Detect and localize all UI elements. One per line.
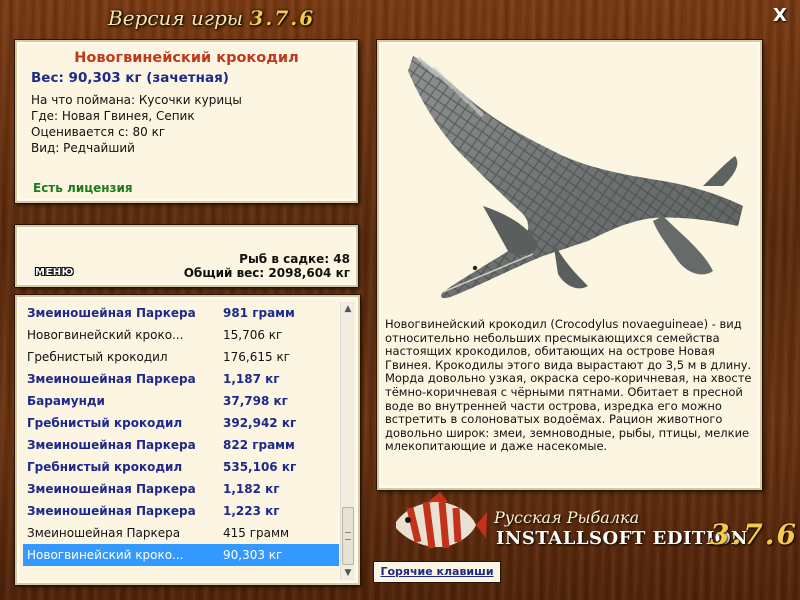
catch-fish-name: Новогвинейский кроко...: [27, 328, 184, 342]
catch-fish-weight: 981 грамм: [223, 306, 295, 320]
catch-list-row[interactable]: Змеиношейная Паркера 1,187 кг: [23, 368, 339, 390]
fish-weight: Вес: 90,303 кг (зачетная): [31, 70, 229, 86]
catch-list-row[interactable]: Барамунди 37,798 кг: [23, 390, 339, 412]
game-logo: Русская Рыбалка INSTALLSOFT EDITION 3.7.…: [388, 490, 798, 560]
close-button[interactable]: X: [770, 6, 790, 26]
catch-fish-name: Змеиношейная Паркера: [27, 504, 196, 518]
catch-fish-name: Змеиношейная Паркера: [27, 482, 196, 496]
valued-from-info: Оценивается с: 80 кг: [31, 125, 166, 139]
title-bar: Версия игры 3.7.6 X: [0, 0, 800, 36]
scroll-thumb[interactable]: [342, 507, 354, 565]
window-title: Версия игры 3.7.6: [108, 6, 315, 30]
bait-info: На что поймана: Кусочки курицы: [31, 93, 242, 107]
hotkeys-button[interactable]: Горячие клавиши: [373, 561, 501, 583]
license-status: Есть лицензия: [33, 181, 133, 195]
catch-fish-weight: 37,798 кг: [223, 394, 288, 408]
catch-fish-name: Змеиношейная Паркера: [27, 526, 181, 540]
catch-fish-name: Барамунди: [27, 394, 105, 408]
catch-fish-weight: 90,303 кг: [223, 548, 283, 562]
catch-list[interactable]: Змеиношейная Паркера 981 грамм Новогвинейс…: [23, 302, 339, 566]
catch-fish-weight: 1,182 кг: [223, 482, 280, 496]
catch-fish-name: Гребнистый крокодил: [27, 460, 183, 474]
species-description: Новогвинейский крокодил (Crocodylus nova…: [385, 317, 752, 454]
catch-list-row[interactable]: Гребнистый крокодил 535,106 кг: [23, 456, 339, 478]
fish-name: Новогвинейский крокодил: [74, 50, 299, 66]
catch-list-row[interactable]: Змеиношейная Паркера 1,182 кг: [23, 478, 339, 500]
cage-fish-count: Рыб в садке: 48: [239, 252, 350, 266]
catch-list-row[interactable]: Новогвинейский кроко... 15,706 кг: [23, 324, 339, 346]
catch-fish-weight: 535,106 кг: [223, 460, 297, 474]
fish-info-panel: Новогвинейский крокодил Вес: 90,303 кг (…: [15, 40, 358, 203]
location-info: Где: Новая Гвинея, Сепик: [31, 109, 195, 123]
title-version: 3.7.6: [249, 6, 316, 30]
crocodile-image: [408, 56, 743, 299]
catch-fish-name: Змеиношейная Паркера: [27, 306, 196, 320]
catch-fish-weight: 176,615 кг: [223, 350, 290, 364]
catch-fish-weight: 1,223 кг: [223, 504, 280, 518]
catch-list-row[interactable]: Змеиношейная Паркера 822 грамм: [23, 434, 339, 456]
catch-fish-weight: 1,187 кг: [223, 372, 280, 386]
catch-list-scrollbar[interactable]: ▲ ▼: [340, 302, 354, 580]
catch-list-row[interactable]: Змеиношейная Паркера 981 грамм: [23, 302, 339, 324]
menu-button[interactable]: МЕНЮ: [35, 267, 74, 278]
close-icon: X: [773, 5, 787, 26]
title-prefix: Версия игры: [108, 6, 244, 30]
catch-list-row[interactable]: Гребнистый крокодил 176,615 кг: [23, 346, 339, 368]
cage-summary-panel: МЕНЮ Рыб в садке: 48 Общий вес: 2098,604…: [15, 225, 358, 287]
catch-fish-weight: 415 грамм: [223, 526, 290, 540]
catch-fish-name: Змеиношейная Паркера: [27, 372, 196, 386]
logo-title: Русская Рыбалка: [494, 508, 640, 527]
fish-logo-icon: [396, 492, 487, 549]
catch-fish-weight: 392,942 кг: [223, 416, 297, 430]
catch-fish-name: Новогвинейский кроко...: [27, 548, 184, 562]
scroll-down-icon[interactable]: ▼: [341, 566, 355, 580]
catch-fish-name: Гребнистый крокодил: [27, 350, 168, 364]
logo-version: 3.7.6: [710, 518, 798, 551]
catch-list-row[interactable]: Змеиношейная Паркера 1,223 кг: [23, 500, 339, 522]
rarity-info: Вид: Редчайший: [31, 141, 135, 155]
catch-fish-name: Змеиношейная Паркера: [27, 438, 196, 452]
catch-fish-weight: 15,706 кг: [223, 328, 283, 342]
catch-list-row[interactable]: Змеиношейная Паркера 415 грамм: [23, 522, 339, 544]
catch-list-panel: Змеиношейная Паркера 981 грамм Новогвинейс…: [15, 295, 360, 585]
scroll-up-icon[interactable]: ▲: [341, 302, 355, 316]
catch-fish-name: Гребнистый крокодил: [27, 416, 183, 430]
catch-list-row[interactable]: Гребнистый крокодил 392,942 кг: [23, 412, 339, 434]
catch-fish-weight: 822 грамм: [223, 438, 295, 452]
fish-photo-panel: Новогвинейский крокодил (Crocodylus nova…: [377, 40, 762, 490]
catch-list-row[interactable]: Новогвинейский кроко... 90,303 кг: [23, 544, 339, 566]
cage-total-weight: Общий вес: 2098,604 кг: [183, 266, 350, 280]
